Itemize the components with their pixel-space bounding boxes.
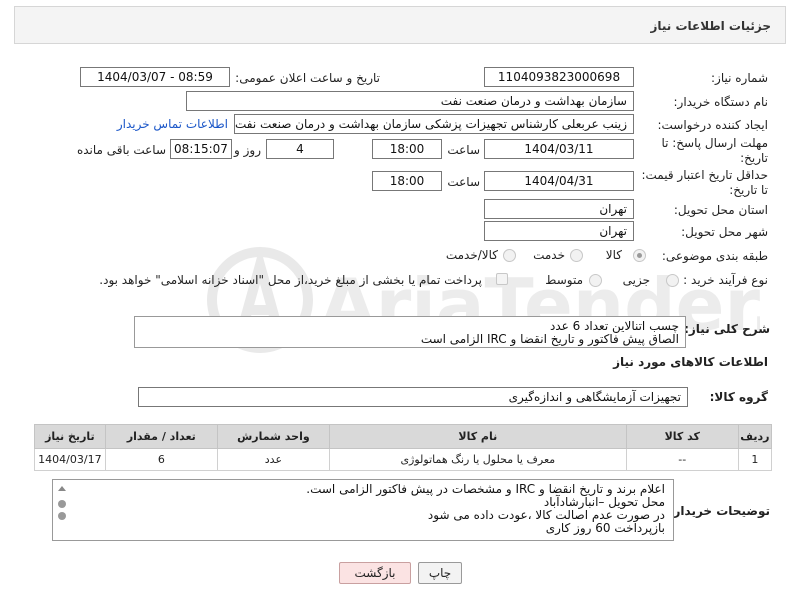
buyer-note-line-4: بازپرداخت 60 روز کاری xyxy=(545,521,665,535)
province-label: استان محل تحویل: xyxy=(673,203,768,217)
goods-group-field: تجهیزات آزمایشگاهی و اندازه‌گیری xyxy=(138,387,688,407)
cell-code: -- xyxy=(625,448,739,471)
remaining-time-field: 08:15:07 xyxy=(170,139,232,159)
col-header-date: تاریخ نیاز xyxy=(34,424,106,449)
print-button[interactable]: چاپ xyxy=(418,562,462,584)
deadline-time-field: 18:00 xyxy=(372,139,442,159)
category-option-service: خدمت xyxy=(533,248,565,262)
process-radio-medium[interactable] xyxy=(589,274,602,287)
col-header-quantity: تعداد / مقدار xyxy=(104,424,218,449)
days-field: 4 xyxy=(266,139,334,159)
deadline-date-field: 1404/03/11 xyxy=(484,139,634,159)
price-date-field: 1404/04/31 xyxy=(484,171,634,191)
treasury-checkbox[interactable] xyxy=(496,273,508,285)
category-radio-service[interactable] xyxy=(570,249,583,262)
items-table: تاریخ نیاز تعداد / مقدار واحد شمارش نام … xyxy=(34,424,773,471)
contact-buyer-link[interactable]: اطلاعات تماس خریدار xyxy=(117,117,228,131)
description-label: شرح کلی نیاز: xyxy=(684,322,770,336)
buyer-org-field: سازمان بهداشت و درمان صنعت نفت xyxy=(186,91,634,111)
cell-name: معرف یا محلول یا رنگ هماتولوژی xyxy=(328,448,627,471)
notes-scrollbar[interactable] xyxy=(55,484,69,538)
cell-date: 1404/03/17 xyxy=(34,448,106,471)
cell-row: 1 xyxy=(737,448,773,471)
province-field: تهران xyxy=(484,199,634,219)
goods-group-label: گروه کالا: xyxy=(709,390,768,404)
goods-info-title: اطلاعات کالاهای مورد نیاز xyxy=(613,355,768,369)
cell-quantity: 6 xyxy=(104,448,218,471)
price-time-label: ساعت xyxy=(447,175,480,189)
announce-label: تاریخ و ساعت اعلان عمومی: xyxy=(235,71,380,85)
buyer-notes-label: توضیحات خریدار: xyxy=(668,504,770,518)
category-option-goods: کالا xyxy=(605,248,622,262)
deadline-label-2: تاریخ: xyxy=(740,151,768,165)
payment-note: پرداخت تمام یا بخشی از مبلغ خرید،از محل … xyxy=(99,273,482,287)
scroll-thumb-icon xyxy=(58,500,66,508)
city-label: شهر محل تحویل: xyxy=(681,225,768,239)
days-label: روز و xyxy=(234,143,261,157)
deadline-label-1: مهلت ارسال پاسخ: تا xyxy=(661,136,768,150)
description-textarea[interactable]: چسب اتنالاین تعداد 6 عدد الصاق پیش فاکتو… xyxy=(134,316,686,348)
creator-field: زینب عربعلی کارشناس تجهیزات پزشکی سازمان… xyxy=(234,114,634,134)
back-button[interactable]: بازگشت xyxy=(339,562,411,584)
process-option-minor: جزیی xyxy=(622,273,650,287)
process-label: نوع فرآیند خرید : xyxy=(683,273,768,287)
col-header-code: کد کالا xyxy=(625,424,739,449)
announce-field: 1404/03/07 - 08:59 xyxy=(80,67,230,87)
process-radio-minor[interactable] xyxy=(666,274,679,287)
price-label-1: حداقل تاریخ اعتبار قیمت: xyxy=(641,168,768,182)
table-header-row: تاریخ نیاز تعداد / مقدار واحد شمارش نام … xyxy=(34,424,773,449)
category-option-both: کالا/خدمت xyxy=(445,248,498,262)
creator-label: ایجاد کننده درخواست: xyxy=(657,118,768,132)
page-title: جزئیات اطلاعات نیاز xyxy=(650,19,771,33)
col-header-unit: واحد شمارش xyxy=(216,424,330,449)
remaining-label: ساعت باقی مانده xyxy=(76,143,166,157)
cell-unit: عدد xyxy=(216,448,330,471)
need-number-label: شماره نیاز: xyxy=(711,71,768,85)
col-header-row: ردیف xyxy=(737,424,773,449)
header-panel: جزئیات اطلاعات نیاز xyxy=(14,6,786,44)
deadline-time-label: ساعت xyxy=(447,143,480,157)
price-label-2: تا تاریخ: xyxy=(729,183,768,197)
category-label: طبقه بندی موضوعی: xyxy=(661,249,768,263)
buyer-org-label: نام دستگاه خریدار: xyxy=(673,95,769,109)
category-radio-goods[interactable] xyxy=(633,249,646,262)
category-radio-both[interactable] xyxy=(503,249,516,262)
process-option-medium: متوسط xyxy=(545,273,583,287)
city-field: تهران xyxy=(484,221,634,241)
col-header-name: نام کالا xyxy=(328,424,627,449)
need-number-field: 1104093823000698 xyxy=(484,67,634,87)
scroll-thumb-icon-2 xyxy=(58,512,66,520)
description-line-2: الصاق پیش فاکتور و تاریخ انقضا و IRC الز… xyxy=(420,332,679,346)
scroll-up-icon xyxy=(58,486,66,491)
buyer-notes-textarea[interactable]: اعلام برند و تاریخ انقضا و IRC و مشخصات … xyxy=(52,479,674,541)
price-time-field: 18:00 xyxy=(372,171,442,191)
table-row: 1404/03/17 6 عدد معرف یا محلول یا رنگ هم… xyxy=(34,448,773,471)
